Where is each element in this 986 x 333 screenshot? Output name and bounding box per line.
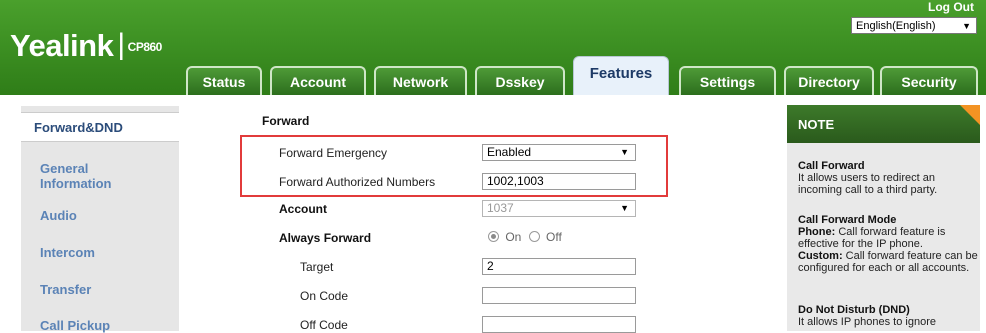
logo-model: CP860	[127, 40, 163, 54]
tab-account[interactable]: Account	[270, 66, 366, 95]
sidebar-item-label: Forward&DND	[34, 120, 123, 135]
note-mode-title: Call Forward Mode	[798, 214, 897, 226]
language-select[interactable]: English(English) ▼	[851, 17, 977, 34]
on-code-label: On Code	[300, 289, 349, 303]
always-forward-on-radio[interactable]	[488, 231, 499, 242]
note-forward-mode: Call Forward Mode Phone: Call forward fe…	[798, 214, 978, 274]
logout-link[interactable]: Log Out	[928, 0, 974, 14]
tab-network[interactable]: Network	[374, 66, 467, 95]
always-forward-label: Always Forward	[279, 231, 372, 245]
sidebar-item-forward-dnd[interactable]: Forward&DND	[21, 112, 179, 142]
on-label: On	[505, 230, 522, 244]
note-phone-label: Phone:	[798, 226, 836, 238]
note-panel: NOTE Call Forward It allows users to red…	[787, 105, 980, 331]
account-value: 1037	[487, 201, 514, 215]
tab-dsskey[interactable]: Dsskey	[475, 66, 565, 95]
language-value: English(English)	[856, 20, 936, 32]
tab-security[interactable]: Security	[880, 66, 978, 95]
note-dnd-text: It allows IP phones to ignore	[798, 316, 936, 328]
account-label: Account	[279, 202, 327, 216]
note-call-forward: Call Forward It allows users to redirect…	[798, 160, 978, 196]
tab-status[interactable]: Status	[186, 66, 262, 95]
tab-settings[interactable]: Settings	[679, 66, 776, 95]
yealink-logo: Yealink | CP860	[10, 28, 162, 64]
tab-features[interactable]: Features	[573, 56, 669, 95]
tab-directory[interactable]: Directory	[784, 66, 874, 95]
note-dnd: Do Not Disturb (DND) It allows IP phones…	[798, 304, 978, 328]
off-code-input[interactable]	[482, 316, 636, 333]
target-label: Target	[300, 260, 334, 274]
note-call-forward-title: Call Forward	[798, 160, 865, 172]
section-title: Forward	[262, 114, 310, 128]
sidebar-item-audio[interactable]: Audio	[40, 208, 77, 223]
sidebar-item-transfer[interactable]: Transfer	[40, 282, 91, 297]
always-forward-off-radio[interactable]	[528, 231, 540, 242]
logo-separator: |	[117, 28, 125, 61]
note-title: NOTE	[798, 117, 835, 132]
target-input[interactable]: 2	[482, 258, 636, 275]
chevron-down-icon: ▼	[962, 21, 971, 31]
off-label: Off	[546, 230, 562, 244]
off-code-label: Off Code	[300, 318, 348, 332]
note-call-forward-text: It allows users to redirect an incoming …	[798, 172, 938, 196]
sidebar-item-general-information[interactable]: General Information	[40, 161, 150, 191]
highlight-box	[240, 135, 668, 197]
note-corner-decoration	[960, 105, 980, 125]
on-code-input[interactable]	[482, 287, 636, 304]
logo-brand: Yealink	[10, 28, 114, 63]
sidebar-item-intercom[interactable]: Intercom	[40, 245, 95, 260]
header-bar: Yealink | CP860 Log Out English(English) ▼…	[0, 0, 986, 95]
note-header: NOTE	[787, 105, 980, 143]
always-forward-radio-group: On Off	[488, 230, 562, 244]
account-select[interactable]: 1037 ▼	[482, 200, 636, 217]
note-dnd-title: Do Not Disturb (DND)	[798, 304, 910, 316]
note-custom-label: Custom:	[798, 250, 843, 262]
chevron-down-icon: ▼	[620, 203, 629, 213]
